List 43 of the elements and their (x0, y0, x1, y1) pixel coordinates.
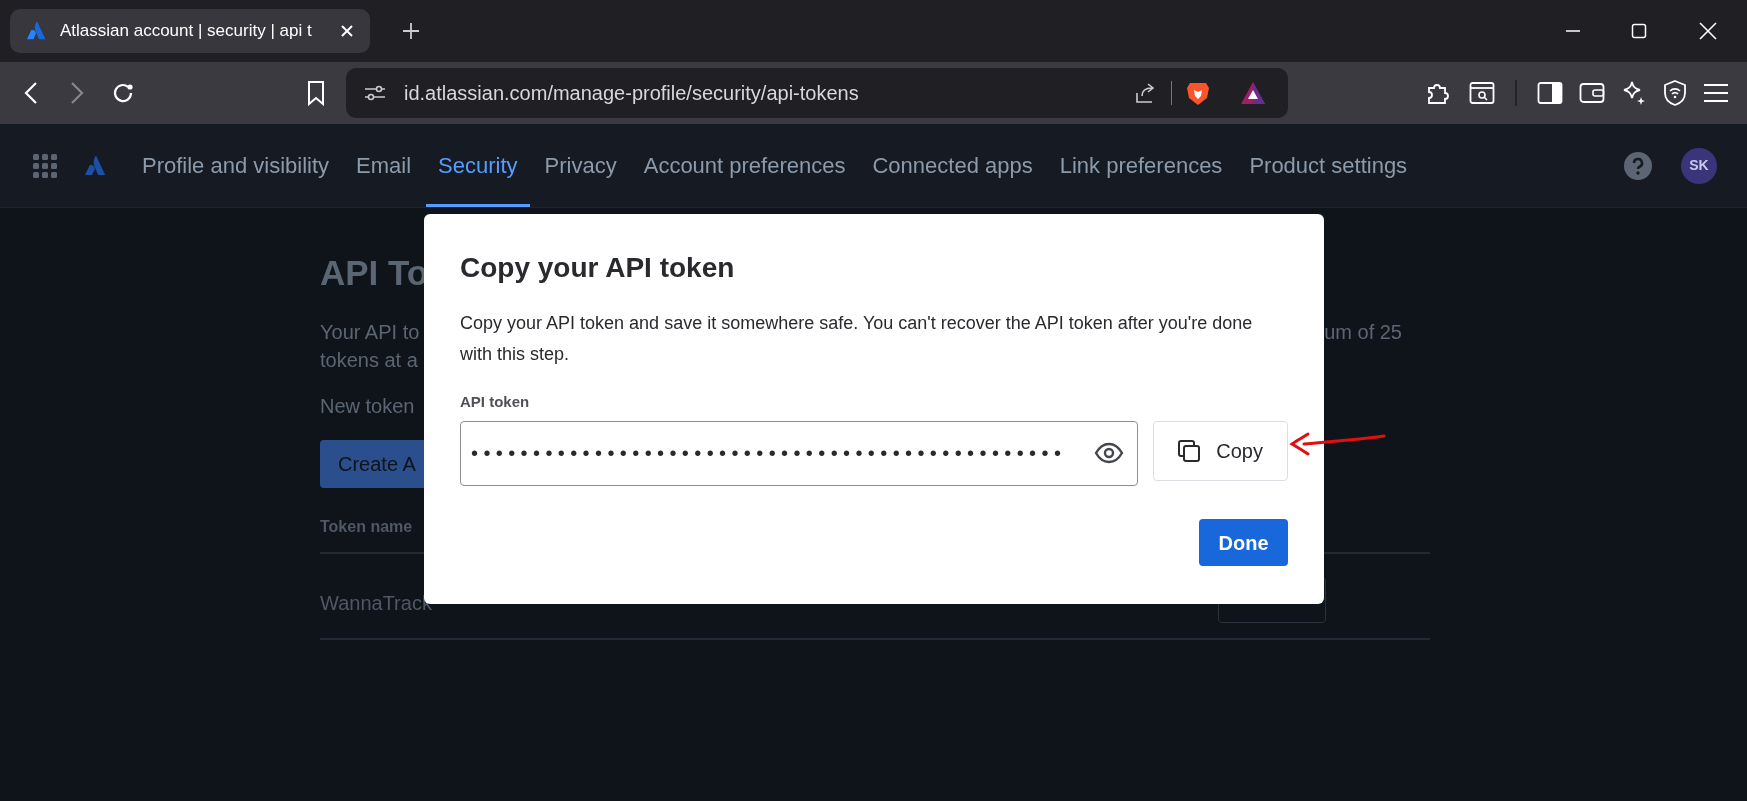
field-label: API token (460, 392, 531, 412)
nav-tab[interactable]: Email (344, 124, 424, 207)
window-search-icon[interactable] (1469, 81, 1495, 105)
tab-title: Atlassian account | security | api t (60, 20, 313, 43)
note-text: New token (320, 395, 415, 417)
nav-tab[interactable]: Profile and visibility (130, 124, 342, 207)
intro-text: um of 25 (1324, 320, 1402, 345)
copy-button[interactable]: Copy (1153, 421, 1288, 481)
browser-tab[interactable]: Atlassian account | security | api t (10, 9, 370, 53)
close-icon[interactable] (340, 24, 354, 38)
nav-tab[interactable]: Privacy (532, 124, 629, 207)
done-button[interactable]: Done (1199, 519, 1288, 566)
wallet-icon[interactable] (1579, 81, 1605, 105)
token-name: WannaTrack (320, 591, 433, 616)
app-grid-icon[interactable] (33, 153, 57, 178)
eye-icon[interactable] (1094, 442, 1125, 464)
logo-icon (26, 20, 48, 42)
dialog-title: Copy your API token (460, 251, 736, 285)
url-text: id.atlassian.com/manage-profile/security/api-tokens (404, 81, 860, 106)
menu-icon[interactable] (1703, 82, 1729, 104)
triangle-icon[interactable] (1240, 81, 1266, 105)
close-icon[interactable] (1699, 22, 1717, 40)
bookmark-icon[interactable] (306, 80, 326, 106)
copy-icon (1178, 440, 1201, 462)
dialog-description: Copy your API token and save it somewhere safe. You can't recover the API token after you're done with this step. (460, 312, 1254, 366)
nav-tab[interactable]: Link preferences (1047, 124, 1235, 207)
share-icon[interactable] (1133, 81, 1157, 105)
user-avatar[interactable]: SK (1681, 147, 1717, 184)
nav-tab[interactable]: Account preferences (631, 124, 858, 207)
sparkle-icon[interactable] (1621, 80, 1647, 106)
new-tab-icon[interactable] (402, 22, 420, 40)
lion-shield-icon[interactable] (1186, 80, 1210, 106)
sidebar-icon[interactable] (1537, 81, 1563, 105)
shield-wifi-icon[interactable] (1663, 79, 1687, 107)
nav-tab[interactable]: Connected apps (860, 124, 1045, 207)
nav-tab[interactable]: Product settings (1237, 124, 1420, 207)
intro-text: Your API to (320, 320, 420, 345)
token-field[interactable]: •••••••••••••••••••••••••••••••••••••••••••••••• (460, 421, 1139, 486)
maximize-icon[interactable] (1631, 23, 1647, 39)
intro-text: tokens at a (320, 349, 418, 371)
address-bar[interactable]: id.atlassian.com/manage-profile/security/api-tokens (346, 68, 1288, 118)
site-settings-icon[interactable] (364, 83, 386, 103)
help-icon[interactable] (1623, 150, 1653, 181)
